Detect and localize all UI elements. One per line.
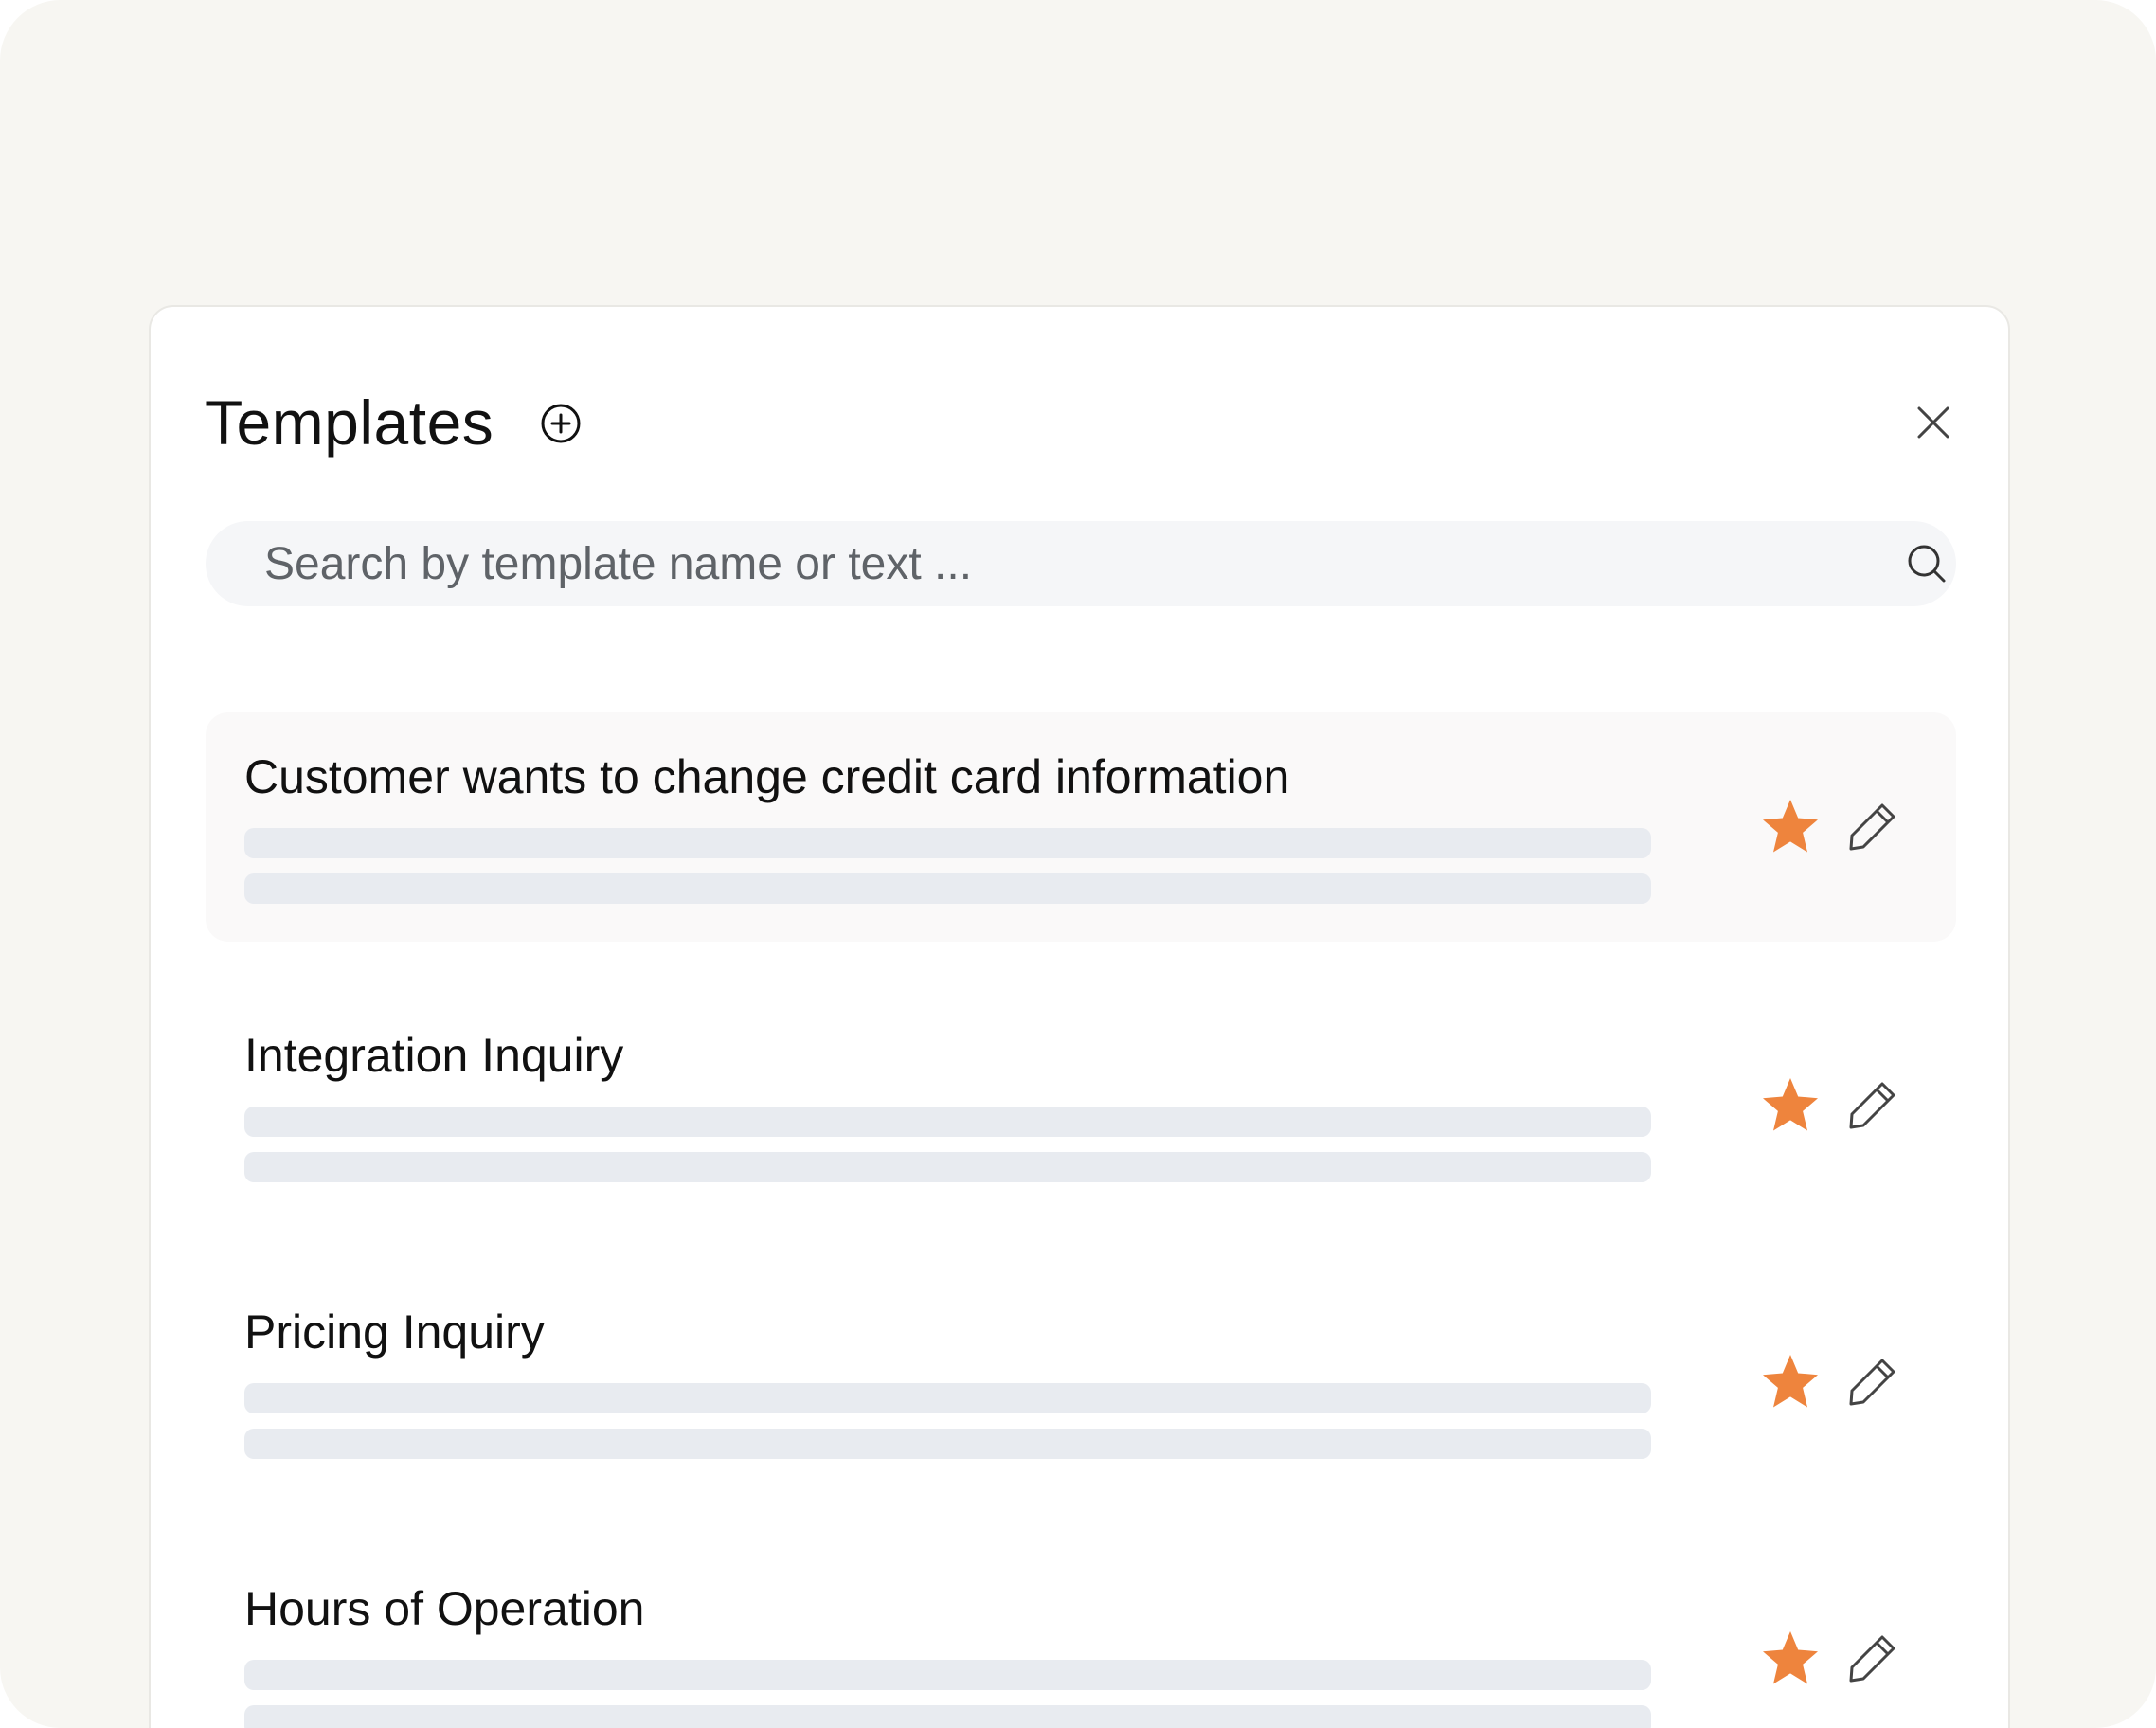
star-icon[interactable] [1761,798,1820,855]
text-placeholder [244,828,1651,858]
text-placeholder [244,1705,1651,1728]
text-placeholder [244,1429,1651,1459]
app-background: Templates Customer wants to change credi… [0,0,2156,1728]
template-row[interactable]: Pricing Inquiry [206,1268,1956,1497]
search-icon[interactable] [1905,542,1949,585]
add-template-icon[interactable] [539,402,583,445]
pencil-icon[interactable] [1846,1078,1899,1131]
templates-panel: Templates Customer wants to change credi… [149,305,2010,1728]
pencil-icon[interactable] [1846,800,1899,853]
text-placeholder [244,1660,1651,1690]
template-title: Customer wants to change credit card inf… [244,750,1290,803]
search-bar [206,521,1956,606]
template-title: Integration Inquiry [244,1029,624,1082]
close-icon[interactable] [1914,404,1952,441]
star-icon[interactable] [1761,1629,1820,1686]
pencil-icon[interactable] [1846,1355,1899,1408]
template-row[interactable]: Integration Inquiry [206,991,1956,1220]
star-icon[interactable] [1761,1353,1820,1410]
text-placeholder [244,873,1651,904]
template-row[interactable]: Hours of Operation [206,1544,1956,1728]
text-placeholder [244,1383,1651,1413]
text-placeholder [244,1107,1651,1137]
star-icon[interactable] [1761,1076,1820,1133]
pencil-icon[interactable] [1846,1631,1899,1684]
search-input[interactable] [264,521,1818,606]
panel-title: Templates [205,387,494,458]
template-title: Hours of Operation [244,1582,645,1635]
template-row[interactable]: Customer wants to change credit card inf… [206,712,1956,942]
text-placeholder [244,1152,1651,1182]
template-title: Pricing Inquiry [244,1305,545,1359]
